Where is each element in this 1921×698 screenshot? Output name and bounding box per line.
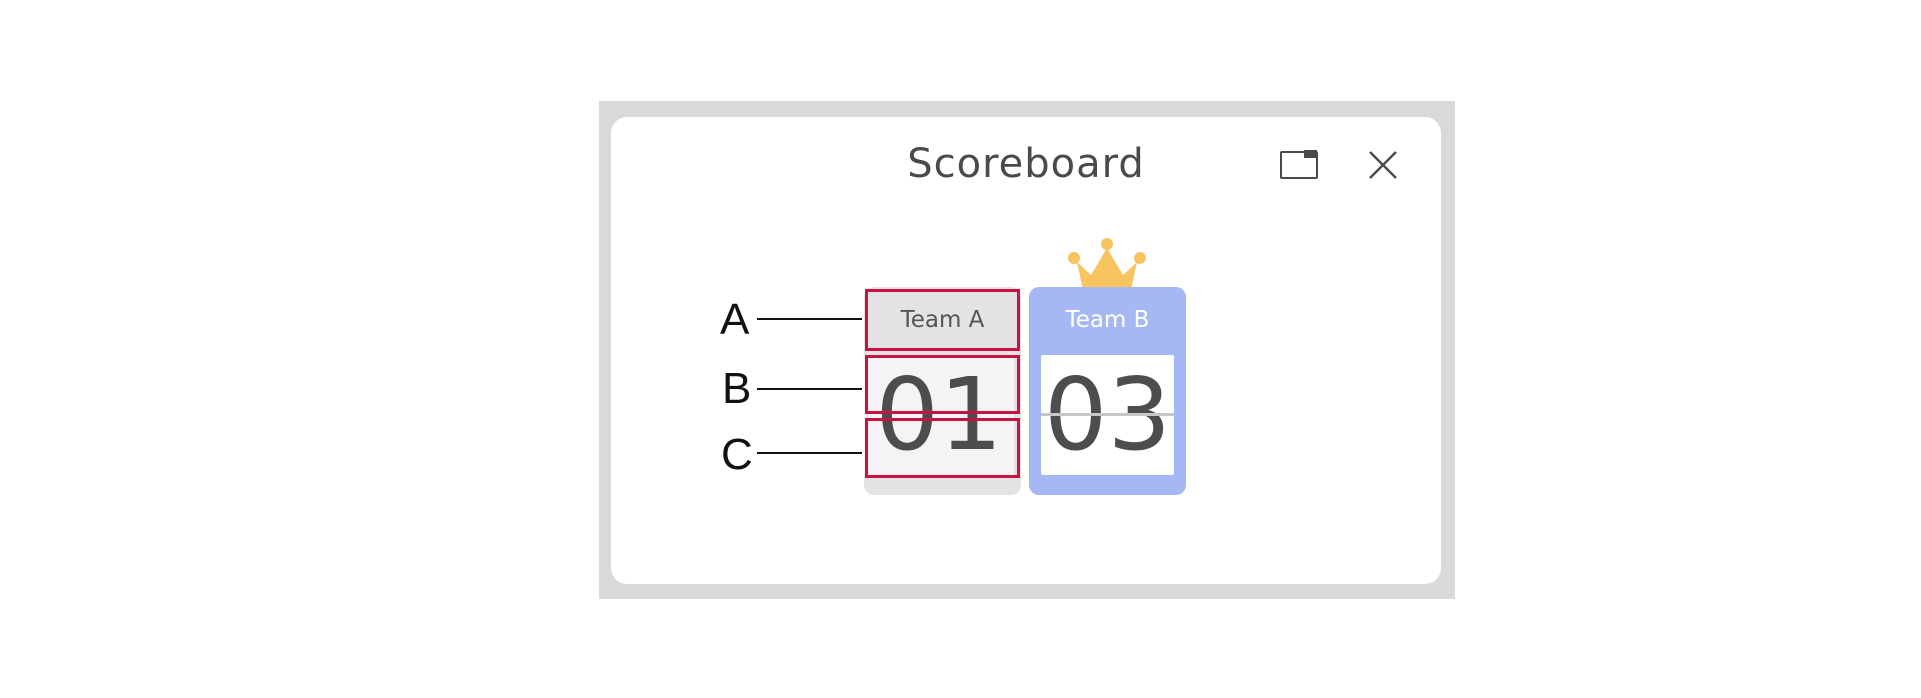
crown-icon <box>1068 238 1146 290</box>
team-b-card: Team B 03 <box>1029 287 1186 495</box>
highlight-score-lower <box>865 418 1020 478</box>
callout-c-line <box>757 452 862 454</box>
picture-in-picture-button[interactable] <box>1279 148 1319 180</box>
close-icon <box>1369 151 1397 179</box>
close-button[interactable] <box>1366 148 1400 182</box>
scoreboard-dialog: Scoreboard Team A 01 Team B 03 <box>611 117 1441 584</box>
team-b-name: Team B <box>1065 307 1150 333</box>
team-b-score-box[interactable]: 03 <box>1041 355 1174 475</box>
callout-a-line <box>757 318 862 320</box>
callout-b-label: B <box>722 364 752 413</box>
callout-a-label: A <box>720 295 750 344</box>
highlight-team-name <box>865 289 1020 351</box>
highlight-score-upper <box>865 355 1020 414</box>
callout-b-line <box>757 388 862 390</box>
callout-c-label: C <box>721 430 753 479</box>
picture-in-picture-icon <box>1280 150 1318 179</box>
flip-divider <box>1041 413 1174 416</box>
